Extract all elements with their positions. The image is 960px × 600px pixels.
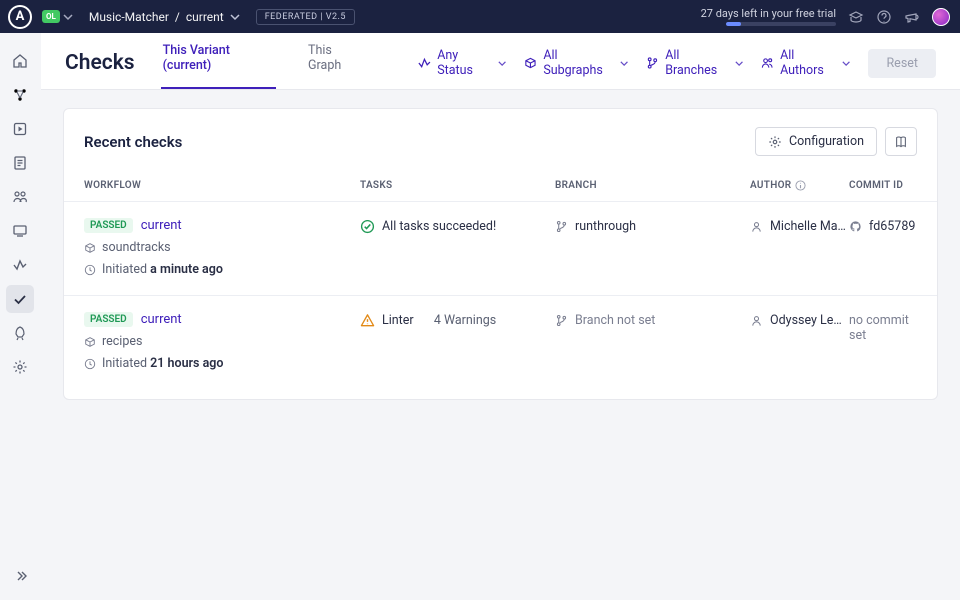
sidebar-item-operations[interactable] [6,217,34,245]
sidebar-item-launches[interactable] [6,319,34,347]
sidebar-item-home[interactable] [6,47,34,75]
reset-button[interactable]: Reset [868,49,936,78]
filter-authors[interactable]: All Authors [761,48,850,78]
filter-branches[interactable]: All Branches [646,48,743,78]
gear-icon [768,135,782,149]
branch-cell: runthrough [555,218,750,234]
github-icon [849,220,862,233]
docs-button[interactable] [885,127,917,156]
main: Checks This Variant (current) This Graph… [41,33,960,600]
author-cell: Michelle Mab… [750,218,849,234]
card-title: Recent checks [84,133,182,151]
tab-this-graph[interactable]: This Graph [306,43,366,89]
table-row[interactable]: PASSED current recipes Initiated 21 hours a… [64,296,937,399]
tasks-cell: Linter 4 Warnings [360,312,555,328]
avatar[interactable] [932,8,950,26]
clock-icon [84,264,96,276]
workflow-subgraph: soundtracks [84,240,360,255]
topbar: A OL Music-Matcher / current FEDERATED |… [0,0,960,33]
org-badge[interactable]: OL [42,10,60,23]
checks-card: Recent checks Configuration WORKFLOW TAS… [63,108,938,400]
info-icon[interactable] [795,180,806,191]
workflow-time: Initiated 21 hours ago [84,356,360,371]
col-author: AUTHOR [750,180,849,191]
col-workflow: WORKFLOW [84,180,360,191]
sidebar-collapse[interactable] [6,562,34,590]
configuration-button[interactable]: Configuration [755,127,877,156]
apollo-logo[interactable]: A [8,5,32,29]
workflow-time: Initiated a minute ago [84,262,360,277]
status-badge: PASSED [84,218,133,233]
warning-icon [360,313,375,328]
filters: Any Status All Subgraphs All Branches Al… [418,48,936,89]
sidebar-item-schema[interactable] [6,81,34,109]
commit-cell: no commit set [849,312,917,343]
page-title: Checks [65,51,135,89]
trial-progress [726,22,836,26]
workflow-cell: PASSED current soundtracks Initiated a minu… [84,218,360,277]
tabs: This Variant (current) This Graph [161,43,367,89]
book-icon [894,135,908,149]
clock-icon [84,358,96,370]
commit-cell: fd65789 [849,218,917,234]
breadcrumb: Music-Matcher / current [89,10,240,24]
trial-indicator[interactable]: 27 days left in your free trial [701,7,836,26]
branch-icon [555,314,568,327]
status-badge: PASSED [84,312,133,327]
cube-icon [84,242,96,254]
sidebar-item-explorer[interactable] [6,115,34,143]
author-cell: Odyssey Lear… [750,312,849,328]
col-commit: COMMIT ID [849,180,917,191]
filter-subgraphs[interactable]: All Subgraphs [524,48,628,78]
sidebar-item-insights[interactable] [6,251,34,279]
filter-status[interactable]: Any Status [418,48,506,78]
tab-this-variant[interactable]: This Variant (current) [161,43,276,89]
variant-link[interactable]: current [141,218,182,233]
filter-authors-label: All Authors [780,48,836,78]
megaphone-icon[interactable] [904,9,920,25]
check-circle-icon [360,219,375,234]
sidebar-item-changelog[interactable] [6,149,34,177]
chevron-down-icon[interactable] [63,12,73,22]
table-row[interactable]: PASSED current soundtracks Initiated a minu… [64,202,937,296]
sidebar-item-checks[interactable] [6,285,34,313]
page-header: Checks This Variant (current) This Graph… [41,33,960,90]
sidebar-item-settings[interactable] [6,353,34,381]
tasks-cell: All tasks succeeded! [360,218,555,234]
chevron-down-icon[interactable] [230,12,240,22]
col-tasks: TASKS [360,180,555,191]
workflow-subgraph: recipes [84,334,360,349]
filter-branches-label: All Branches [665,48,729,78]
branch-icon [555,220,568,233]
person-icon [750,220,763,233]
person-icon [750,314,763,327]
workflow-cell: PASSED current recipes Initiated 21 hours a… [84,312,360,371]
cube-icon [84,336,96,348]
trial-text: 27 days left in your free trial [701,7,836,20]
table-header: WORKFLOW TASKS BRANCH AUTHOR COMMIT ID [64,170,937,202]
sidebar-item-clients[interactable] [6,183,34,211]
configuration-label: Configuration [789,134,864,149]
federated-badge: FEDERATED | V2.5 [256,9,355,25]
filter-status-label: Any Status [437,48,492,78]
breadcrumb-separator: / [175,10,180,24]
sidebar [0,33,41,600]
variant-link[interactable]: current [141,312,182,327]
breadcrumb-variant[interactable]: current [186,10,224,24]
breadcrumb-graph[interactable]: Music-Matcher [89,10,169,24]
filter-subgraphs-label: All Subgraphs [543,48,614,78]
branch-cell: Branch not set [555,312,750,328]
help-icon[interactable] [876,9,892,25]
education-icon[interactable] [848,9,864,25]
col-branch: BRANCH [555,180,750,191]
